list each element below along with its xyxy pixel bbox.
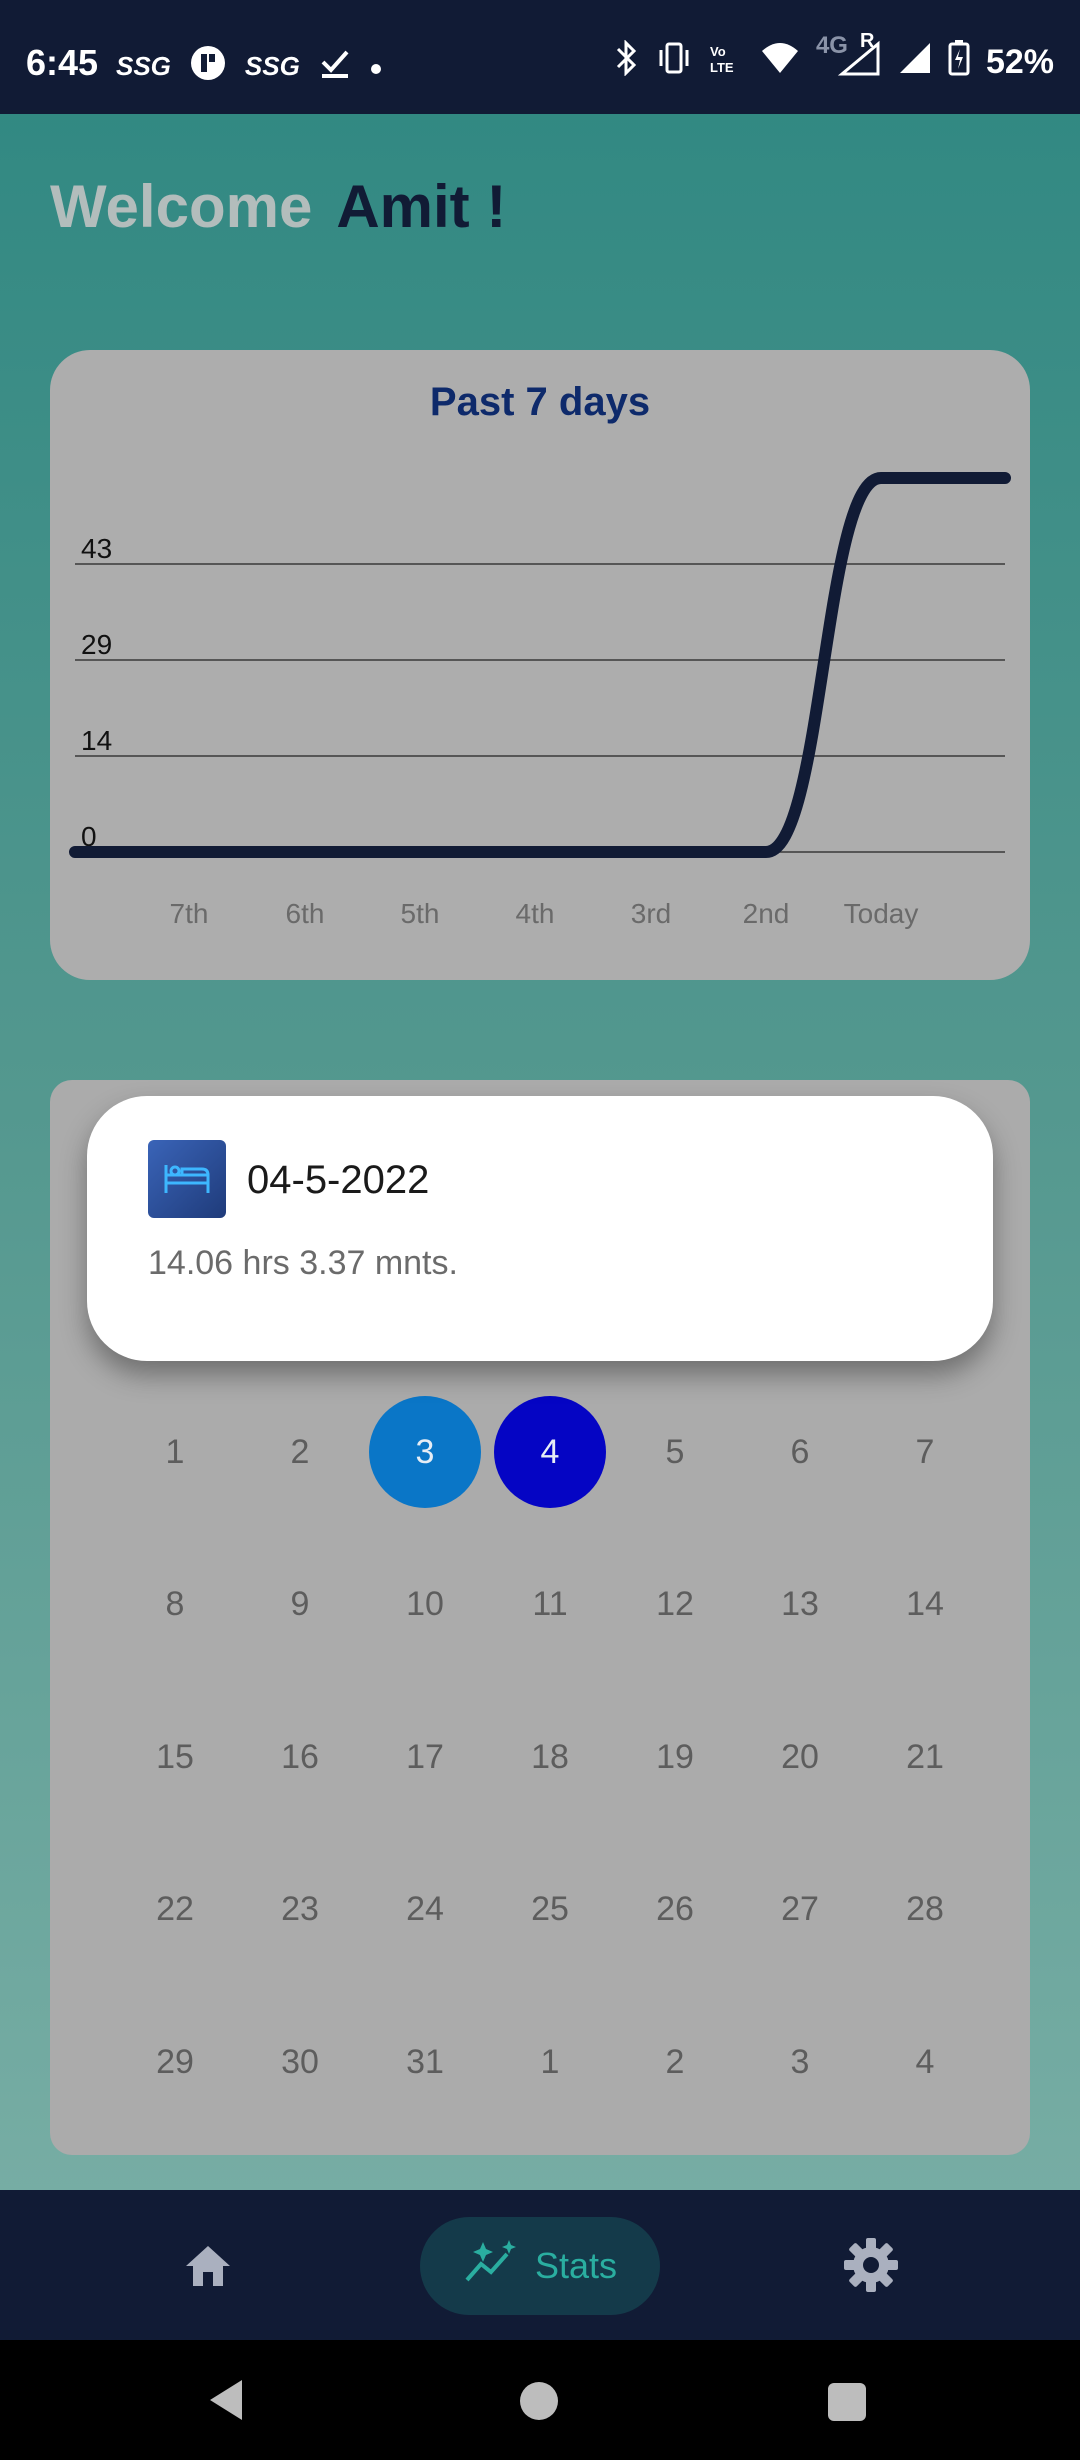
home-icon[interactable] — [178, 2236, 238, 2296]
calendar-day[interactable]: 17 — [369, 1701, 481, 1813]
calendar-day[interactable]: 24 — [369, 1853, 481, 1965]
welcome-greeting: Welcome — [50, 173, 313, 240]
recent-apps-button[interactable] — [828, 2383, 866, 2421]
calendar-day[interactable]: 28 — [869, 1853, 981, 1965]
calendar-day[interactable]: 11 — [494, 1548, 606, 1660]
calendar-day[interactable]: 22 — [119, 1853, 231, 1965]
nav-stats-label: Stats — [534, 2245, 618, 2286]
sleep-line-chart: 01429437th 6th 5th 4th 3rd 2nd Today — [69, 472, 1011, 929]
calendar-day[interactable]: 5 — [619, 1396, 731, 1508]
x-tick-label: 2nd — [743, 898, 790, 929]
calendar-day-selected[interactable]: 4 — [494, 1396, 606, 1508]
calendar-day[interactable]: 23 — [244, 1853, 356, 1965]
status-system-icons: Vo LTE 4G R 52% — [612, 30, 1054, 85]
calendar-day[interactable]: 7 — [869, 1396, 981, 1508]
welcome-heading: Welcome Amit ! — [50, 172, 506, 241]
dot-icon — [370, 51, 382, 82]
calendar-day[interactable]: 2 — [619, 2006, 731, 2118]
calendar-day[interactable]: 16 — [244, 1701, 356, 1813]
gear-icon[interactable] — [840, 2234, 902, 2296]
calendar-day[interactable]: 27 — [744, 1853, 856, 1965]
wifi-icon — [760, 41, 800, 84]
calendar-day[interactable]: 25 — [494, 1853, 606, 1965]
home-button[interactable] — [520, 2382, 558, 2420]
calendar-day[interactable]: 8 — [119, 1548, 231, 1660]
ssg-notification-label-2: SSG — [244, 51, 300, 81]
calendar-day[interactable]: 18 — [494, 1701, 606, 1813]
volte-icon: Vo LTE — [708, 40, 744, 85]
popup-date: 04-5-2022 — [247, 1158, 430, 1202]
x-tick-label: 7th — [170, 898, 209, 929]
ssg-notification-label: SSG — [116, 51, 171, 81]
sparkle-chart-icon — [463, 2238, 519, 2295]
calendar-day[interactable]: 3 — [744, 2006, 856, 2118]
past-week-chart-card: Past 7 days 0 14 29 43 7th 6th 5th 4th 3rd 2nd Tod… — [50, 350, 1030, 980]
calendar-day[interactable]: 13 — [744, 1548, 856, 1660]
app-notification-icon — [189, 44, 227, 89]
calendar-day[interactable]: 19 — [619, 1701, 731, 1813]
bottom-navigation: Stats — [0, 2190, 1080, 2340]
signal-4g-icon: 4G R — [816, 30, 882, 85]
calendar-day[interactable]: 15 — [119, 1701, 231, 1813]
status-bar: 6:45 SSG SSG Vo LTE 4G R 52% — [0, 0, 1080, 114]
nav-stats-button[interactable]: Stats — [420, 2217, 660, 2315]
vibrate-icon — [656, 40, 692, 85]
status-time: 6:45 — [26, 42, 99, 83]
check-download-icon — [318, 46, 352, 87]
battery-percent: 52% — [985, 43, 1054, 81]
y-tick-label: 43 — [81, 533, 112, 564]
system-navigation-bar — [0, 2340, 1080, 2460]
back-icon[interactable] — [206, 2378, 246, 2427]
calendar-day[interactable]: 10 — [369, 1548, 481, 1660]
calendar-day[interactable]: 29 — [119, 2006, 231, 2118]
x-tick-label: 6th — [286, 898, 325, 929]
calendar-day[interactable]: 31 — [369, 2006, 481, 2118]
status-notification-icons: SSG SSG — [116, 44, 382, 89]
x-tick-label: Today — [844, 898, 919, 929]
calendar-day[interactable]: 3 — [369, 1396, 481, 1508]
welcome-user-name: Amit ! — [336, 173, 507, 240]
calendar-day[interactable]: 21 — [869, 1701, 981, 1813]
x-tick-label: 4th — [516, 898, 555, 929]
popup-duration: 14.06 hrs 3.37 mnts. — [148, 1244, 458, 1282]
calendar-day[interactable]: 26 — [619, 1853, 731, 1965]
y-tick-label: 29 — [81, 629, 112, 660]
calendar-day[interactable]: 2 — [244, 1396, 356, 1508]
calendar-day[interactable]: 30 — [244, 2006, 356, 2118]
calendar-day[interactable]: 1 — [119, 1396, 231, 1508]
network-type-label: 4G — [815, 32, 848, 59]
signal-icon — [898, 41, 932, 84]
calendar-day[interactable]: 12 — [619, 1548, 731, 1660]
x-tick-label: 5th — [401, 898, 440, 929]
y-tick-label: 14 — [81, 725, 112, 756]
roaming-label: R — [859, 30, 875, 52]
sleep-detail-popup[interactable]: 04-5-2022 14.06 hrs 3.37 mnts. — [87, 1096, 993, 1361]
svg-text:LTE: LTE — [710, 60, 734, 75]
x-tick-label: 3rd — [631, 898, 671, 929]
calendar-day[interactable]: 14 — [869, 1548, 981, 1660]
calendar-day[interactable]: 1 — [494, 2006, 606, 2118]
bluetooth-icon — [612, 39, 640, 85]
series-line — [69, 472, 1011, 858]
calendar-day[interactable]: 4 — [869, 2006, 981, 2118]
calendar-day[interactable]: 20 — [744, 1701, 856, 1813]
battery-charging-icon — [948, 40, 970, 85]
calendar-day[interactable]: 6 — [744, 1396, 856, 1508]
svg-text:Vo: Vo — [710, 44, 726, 59]
bed-icon — [148, 1140, 226, 1218]
calendar-day[interactable]: 9 — [244, 1548, 356, 1660]
